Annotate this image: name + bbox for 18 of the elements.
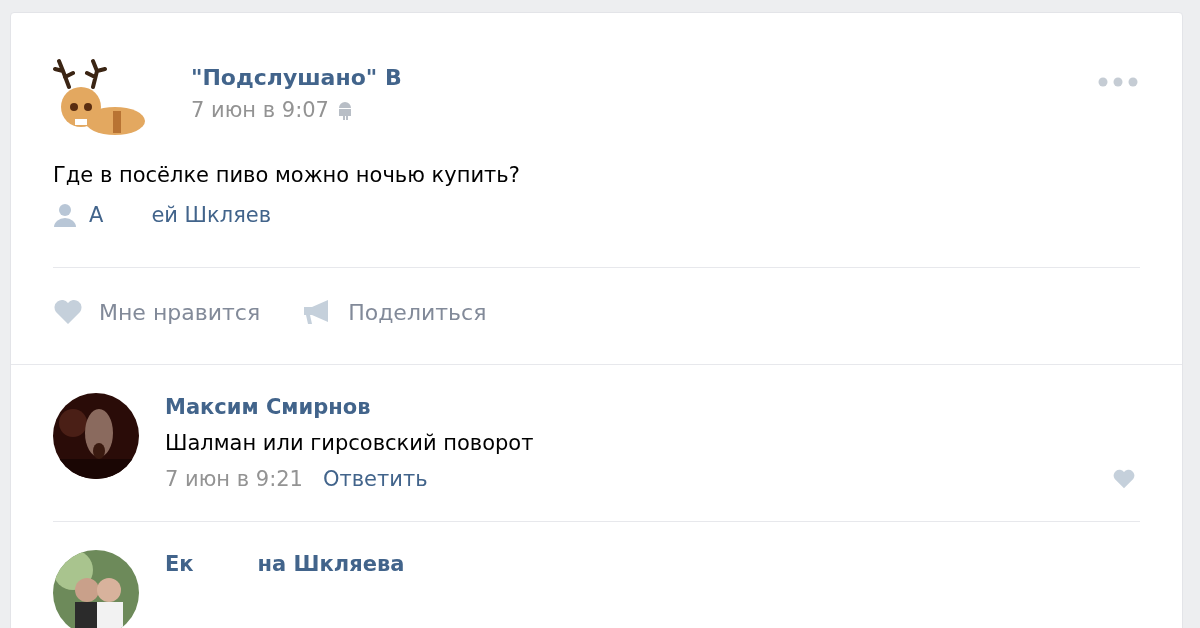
share-button[interactable]: Поделиться: [302, 298, 487, 326]
reply-link[interactable]: Ответить: [323, 467, 428, 491]
commenter-name[interactable]: Ек: [165, 552, 194, 576]
android-icon: [337, 100, 353, 120]
more-icon[interactable]: [1098, 77, 1138, 87]
community-name[interactable]: "Подслушано" В: [191, 65, 402, 90]
person-icon: [53, 203, 77, 227]
commenter-name[interactable]: на Шкляева: [257, 552, 405, 576]
signer-name[interactable]: ей Шкляев: [151, 203, 272, 227]
post-text: Где в посёлке пиво можно ночью купить?: [52, 162, 521, 187]
comment-date: 7 июн в 9:21: [165, 467, 303, 491]
commenter-name[interactable]: Максим Смирнов: [165, 395, 371, 419]
post-date: 7 июн в 9:07: [191, 98, 329, 122]
heart-icon: [53, 299, 83, 325]
signer-name[interactable]: А: [89, 203, 104, 227]
like-button[interactable]: Мне нравится: [53, 298, 261, 326]
heart-icon[interactable]: [1112, 469, 1136, 489]
comment-text: Шалман или гирсовский поворот: [165, 431, 535, 455]
